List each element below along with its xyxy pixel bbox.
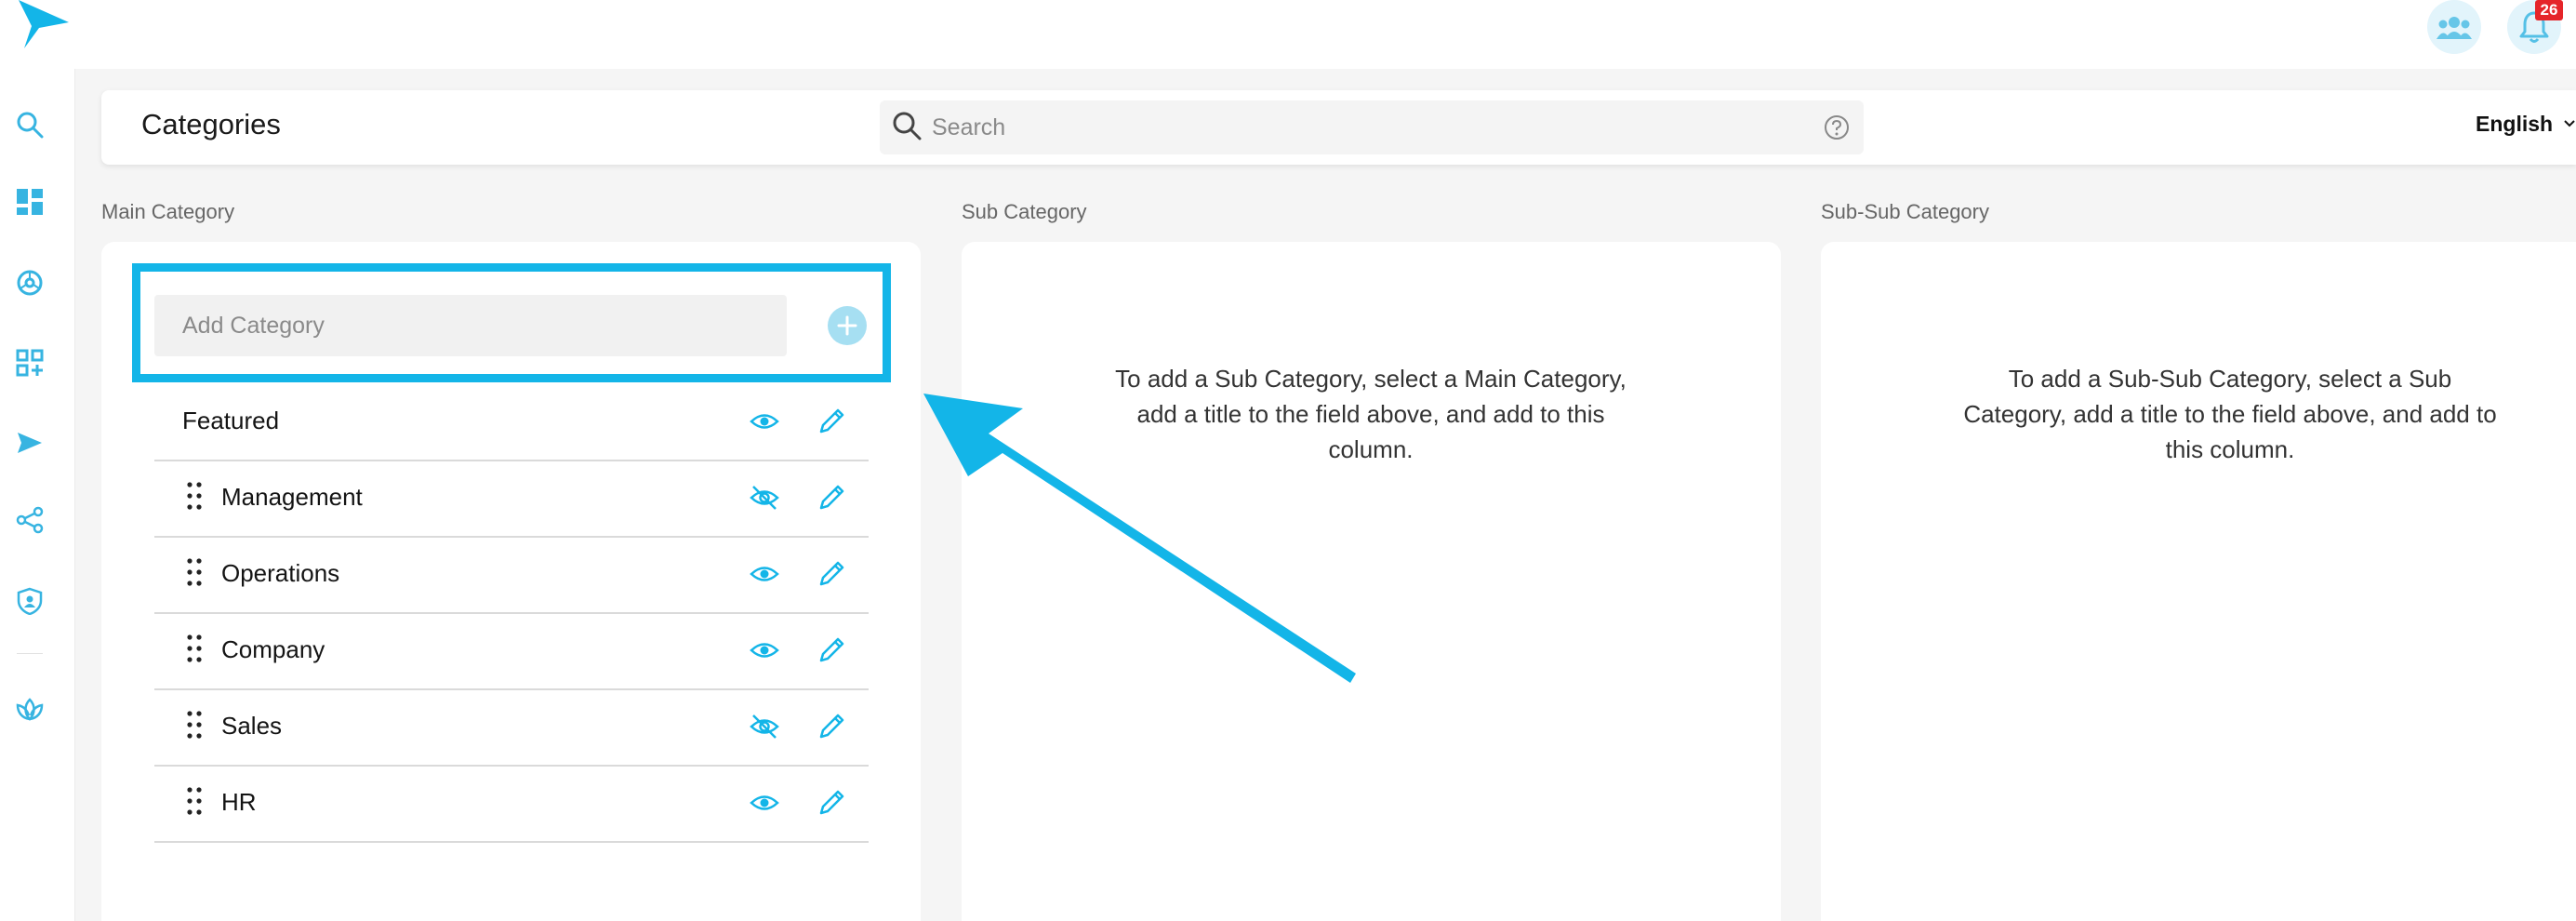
edit-icon[interactable]: [817, 483, 846, 513]
category-row-company[interactable]: Company: [154, 613, 869, 690]
shield-user-icon: [17, 587, 43, 615]
send-icon: [18, 433, 42, 453]
category-label: HR: [221, 788, 257, 816]
page-title: Categories: [141, 108, 281, 140]
drag-handle-icon[interactable]: [186, 634, 203, 663]
category-row-hr[interactable]: HR: [154, 766, 869, 843]
sidebar-divider: [17, 653, 43, 654]
edit-icon[interactable]: [817, 407, 846, 436]
explore-icon: [17, 270, 43, 296]
sub-category-panel: [962, 242, 1781, 921]
team-button[interactable]: [2427, 0, 2481, 54]
add-widget-icon: [16, 349, 44, 377]
help-icon[interactable]: [1823, 113, 1851, 141]
main-category-label: Main Category: [101, 200, 235, 223]
sidebar-item-dashboard[interactable]: [13, 185, 46, 219]
category-row-sales[interactable]: Sales: [154, 689, 869, 767]
dashboard-icon: [17, 189, 43, 215]
search-icon: [893, 112, 922, 140]
chevron-down-icon[interactable]: [2563, 117, 2576, 130]
drag-handle-icon[interactable]: [186, 710, 203, 740]
eye-icon[interactable]: [750, 561, 779, 587]
sub-sub-category-label: Sub-Sub Category: [1821, 200, 1989, 223]
sidebar-item-wellbeing[interactable]: [13, 692, 46, 726]
edit-icon[interactable]: [817, 712, 846, 741]
sidebar-item-security[interactable]: [13, 584, 46, 618]
plus-icon: [837, 315, 857, 336]
category-row-operations[interactable]: Operations: [154, 537, 869, 614]
sidebar-item-explore[interactable]: [13, 266, 46, 300]
sidebar-item-share[interactable]: [13, 503, 46, 537]
drag-handle-icon[interactable]: [186, 481, 203, 511]
category-row-featured[interactable]: Featured: [154, 384, 869, 461]
edit-icon[interactable]: [817, 635, 846, 665]
sub-sub-category-panel: [1821, 242, 2576, 921]
drag-handle-icon[interactable]: [186, 557, 203, 587]
category-label: Company: [221, 635, 325, 663]
eye-icon[interactable]: [750, 637, 779, 663]
edit-icon[interactable]: [817, 788, 846, 818]
sidebar-item-search[interactable]: [13, 108, 46, 141]
category-label: Sales: [221, 712, 283, 740]
category-label: Operations: [221, 559, 340, 587]
top-bar: [0, 0, 2576, 69]
lotus-icon: [16, 698, 44, 721]
sub-category-label: Sub Category: [962, 200, 1087, 223]
add-category-button[interactable]: [828, 306, 867, 345]
notification-count-badge: 26: [2535, 0, 2563, 20]
search-icon: [17, 112, 44, 139]
sub-category-empty-message: To add a Sub Category, select a Main Cat…: [1115, 365, 1627, 463]
edit-icon[interactable]: [817, 559, 846, 589]
category-label: Featured: [182, 407, 280, 434]
search-input[interactable]: [932, 100, 1806, 154]
eye-icon[interactable]: [750, 790, 779, 816]
eye-off-icon[interactable]: [750, 714, 779, 740]
sub-sub-category-empty-message: To add a Sub-Sub Category, select a Sub …: [1963, 365, 2497, 463]
share-icon: [16, 506, 44, 534]
sidebar-item-widgets[interactable]: [13, 346, 46, 380]
eye-icon[interactable]: [750, 408, 779, 434]
category-row-management[interactable]: Management: [154, 460, 869, 538]
add-category-input[interactable]: [154, 295, 787, 356]
eye-off-icon[interactable]: [750, 485, 779, 511]
drag-handle-icon[interactable]: [186, 786, 203, 816]
sidebar-item-send[interactable]: [13, 426, 46, 460]
team-icon: [2437, 17, 2472, 39]
app-logo[interactable]: [13, 0, 73, 50]
language-selector[interactable]: English: [2476, 112, 2553, 137]
category-label: Management: [221, 483, 363, 511]
